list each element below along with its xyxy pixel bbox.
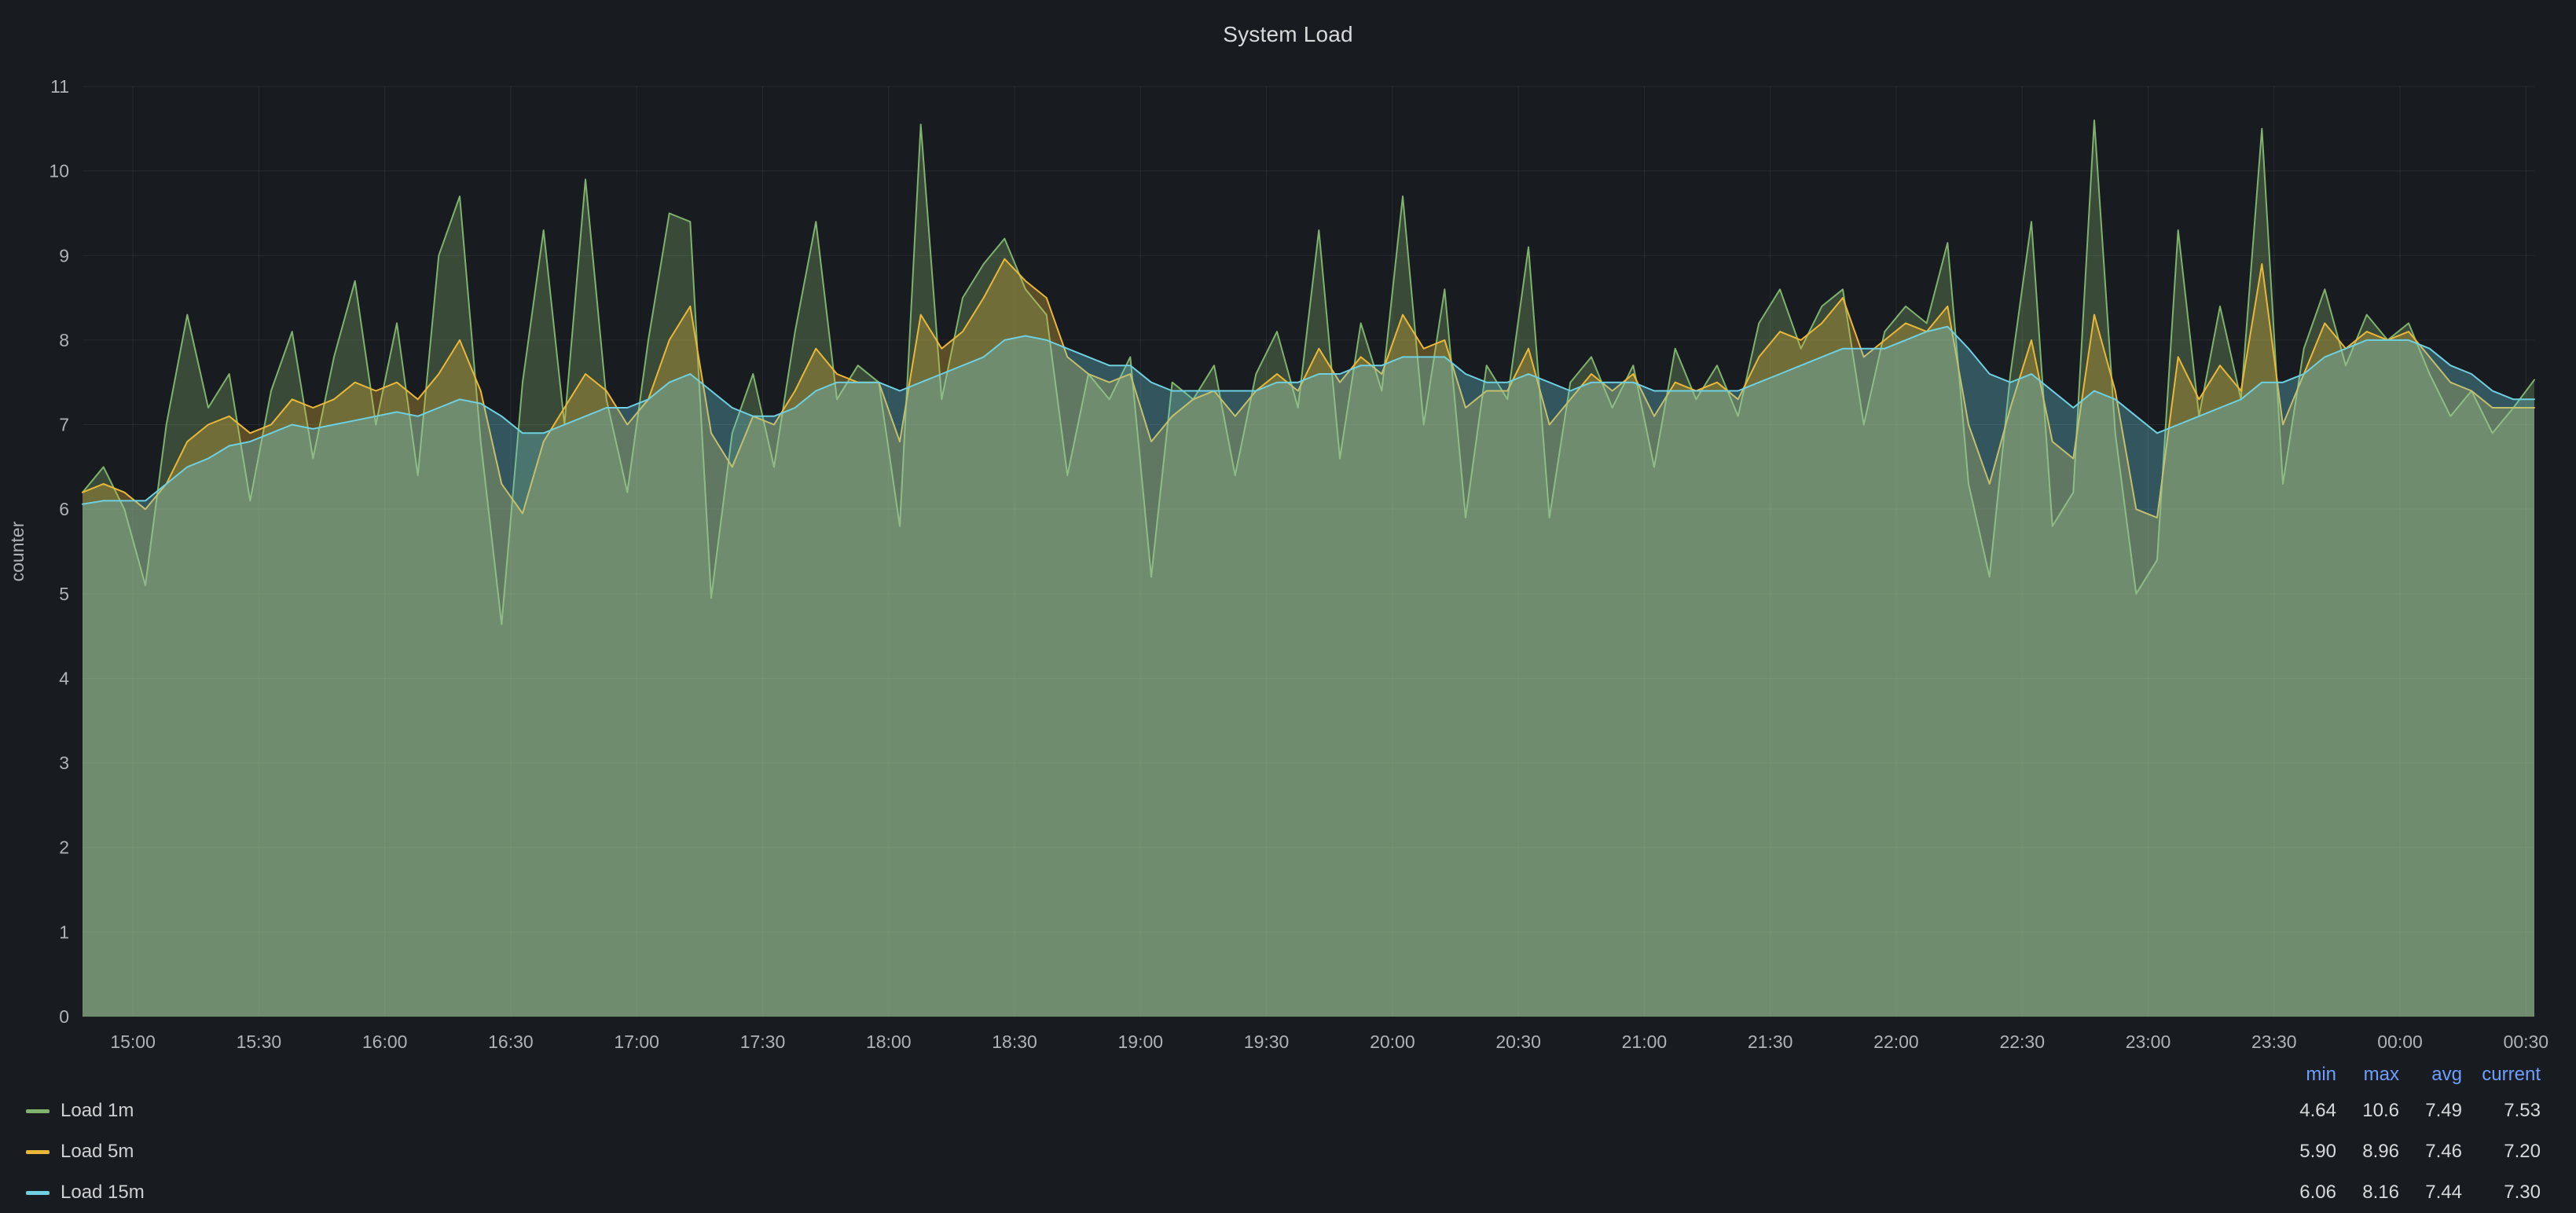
y-tick-label: 7 <box>59 415 69 435</box>
stat-current: 7.53 <box>2462 1100 2541 1122</box>
system-load-panel: System Load 0123456789101115:0015:3016:0… <box>0 0 2576 1211</box>
stat-max: 8.96 <box>2336 1141 2399 1163</box>
stat-current: 7.20 <box>2462 1141 2541 1163</box>
series-label-load-15m[interactable]: Load 15m <box>61 1182 145 1204</box>
x-tick-label: 22:30 <box>1999 1032 2045 1052</box>
legend-item-load-1m: Load 1m 4.64 10.6 7.49 7.53 <box>26 1090 2541 1131</box>
y-tick-label: 5 <box>59 584 69 604</box>
x-tick-label: 17:30 <box>740 1032 786 1052</box>
legend-header-min[interactable]: min <box>2273 1064 2336 1086</box>
x-tick-label: 16:00 <box>362 1032 408 1052</box>
y-tick-label: 3 <box>59 753 69 773</box>
legend-header-avg[interactable]: avg <box>2399 1064 2462 1086</box>
y-tick-label: 6 <box>59 499 69 519</box>
stat-avg: 7.46 <box>2399 1141 2462 1163</box>
x-tick-label: 00:30 <box>2504 1032 2549 1052</box>
legend-label-cell: Load 5m <box>26 1141 2273 1163</box>
stat-min: 4.64 <box>2273 1100 2336 1122</box>
x-tick-label: 15:00 <box>110 1032 156 1052</box>
y-tick-label: 11 <box>50 76 69 97</box>
stat-avg: 7.49 <box>2399 1100 2462 1122</box>
legend-item-load-5m: Load 5m 5.90 8.96 7.46 7.20 <box>26 1131 2541 1172</box>
legend-header-current[interactable]: current <box>2462 1064 2541 1086</box>
stat-min: 6.06 <box>2273 1182 2336 1204</box>
legend: min max avg current Load 1m 4.64 10.6 7.… <box>0 1059 2576 1213</box>
x-tick-label: 20:00 <box>1370 1032 1415 1052</box>
legend-label-cell: Load 15m <box>26 1182 2273 1204</box>
x-tick-label: 18:00 <box>866 1032 912 1052</box>
legend-item-load-15m: Load 15m 6.06 8.16 7.44 7.30 <box>26 1172 2541 1213</box>
series-color-swatch <box>26 1150 50 1154</box>
legend-label-cell: Load 1m <box>26 1100 2273 1122</box>
legend-header-row: min max avg current <box>26 1059 2541 1090</box>
x-tick-label: 15:30 <box>237 1032 282 1052</box>
y-tick-label: 8 <box>59 330 69 350</box>
x-tick-label: 20:30 <box>1495 1032 1541 1052</box>
series-label-load-5m[interactable]: Load 5m <box>61 1141 134 1163</box>
x-tick-label: 21:30 <box>1748 1032 1793 1052</box>
x-tick-label: 19:30 <box>1244 1032 1290 1052</box>
x-tick-label: 16:30 <box>488 1032 534 1052</box>
x-tick-label: 19:00 <box>1118 1032 1164 1052</box>
stat-avg: 7.44 <box>2399 1182 2462 1204</box>
series-color-swatch <box>26 1191 50 1195</box>
x-tick-label: 17:00 <box>614 1032 659 1052</box>
y-tick-label: 2 <box>59 837 69 858</box>
y-tick-label: 10 <box>49 161 69 181</box>
x-tick-label: 00:00 <box>2377 1032 2423 1052</box>
y-tick-label: 4 <box>59 668 69 688</box>
x-tick-label: 22:00 <box>1873 1032 1919 1052</box>
stat-current: 7.30 <box>2462 1182 2541 1204</box>
stat-max: 8.16 <box>2336 1182 2399 1204</box>
y-axis-label: counter <box>7 521 28 581</box>
y-tick-label: 0 <box>59 1006 69 1027</box>
y-tick-label: 9 <box>59 245 69 266</box>
y-tick-label: 1 <box>59 922 69 942</box>
legend-header-max[interactable]: max <box>2336 1064 2399 1086</box>
x-tick-label: 23:30 <box>2251 1032 2297 1052</box>
x-tick-label: 18:30 <box>992 1032 1037 1052</box>
stat-max: 10.6 <box>2336 1100 2399 1122</box>
chart-canvas[interactable]: 0 1 2 3 4 5 6 7 8 9 10 11 15:00 15:30 16:00 16:30 17:00 1… <box>0 0 2576 1057</box>
stat-min: 5.90 <box>2273 1141 2336 1163</box>
series-color-swatch <box>26 1109 50 1113</box>
x-tick-label: 23:00 <box>2126 1032 2171 1052</box>
x-tick-label: 21:00 <box>1622 1032 1668 1052</box>
series-label-load-1m[interactable]: Load 1m <box>61 1100 134 1122</box>
